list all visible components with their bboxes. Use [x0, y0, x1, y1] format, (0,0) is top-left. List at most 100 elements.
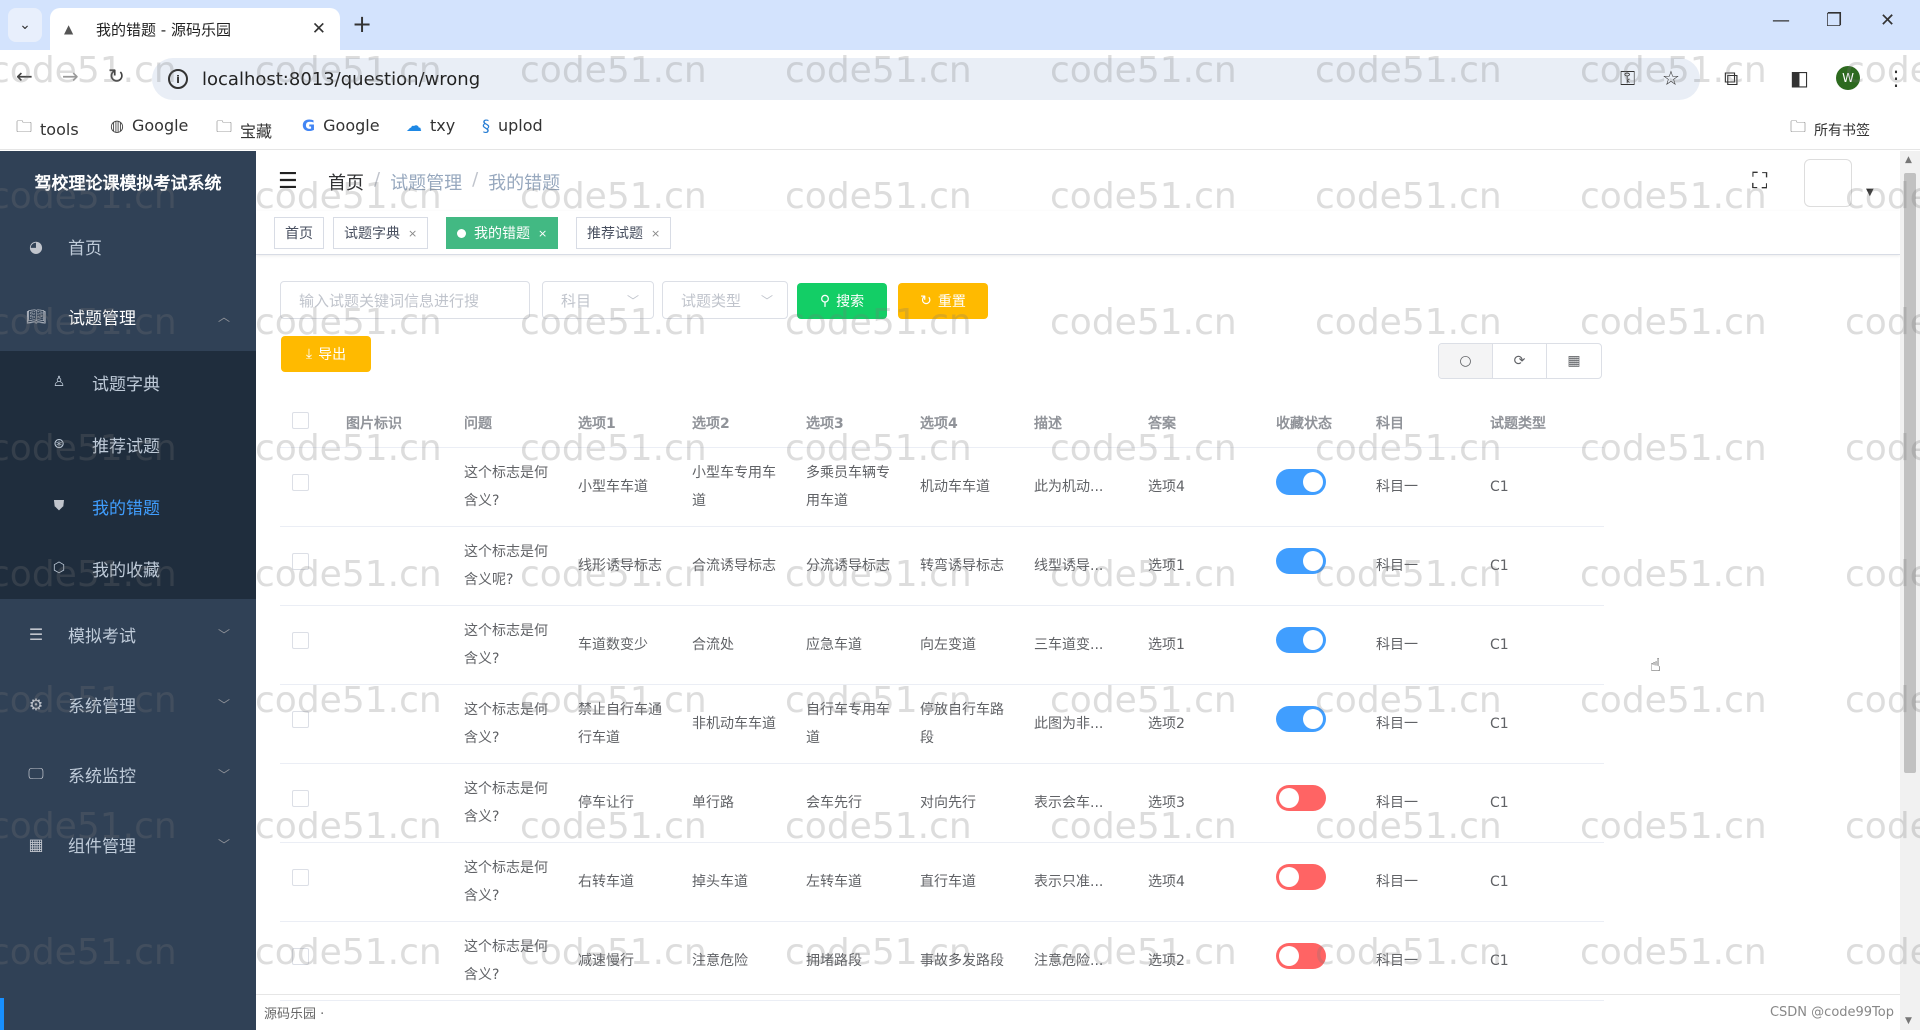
main-content: ☰ 首页 / 试题管理 / 我的错题 ⛶ ▼ 首页 试题字典 × 我的错题 × …: [256, 151, 1900, 1030]
fullscreen-icon[interactable]: ⛶: [1752, 169, 1767, 194]
breadcrumb-question-management: 试题管理: [390, 173, 463, 194]
row-checkbox[interactable]: [292, 868, 309, 886]
dashboard-icon: ◕: [29, 236, 43, 256]
breadcrumb-separator: /: [472, 169, 479, 190]
reload-button[interactable]: ↻: [108, 64, 125, 88]
scroll-down-icon[interactable]: ▼: [1905, 1016, 1912, 1026]
export-button[interactable]: ⤓ 导出: [281, 336, 371, 372]
close-window-button[interactable]: ✕: [1880, 10, 1895, 31]
tag-question-dictionary[interactable]: 试题字典 ×: [333, 217, 429, 249]
forward-button[interactable]: →: [62, 64, 79, 88]
all-bookmarks[interactable]: 🗀 所有书签: [1790, 116, 1870, 143]
key-icon[interactable]: ⚿: [1620, 66, 1635, 90]
more-menu-icon[interactable]: ⋮: [1886, 66, 1906, 90]
cell-favorite: [1264, 842, 1364, 922]
sidebar-item-wrong-questions[interactable]: ⛊ 我的错题: [0, 475, 256, 537]
minimize-button[interactable]: —: [1772, 10, 1790, 31]
sidebar-item-system-management[interactable]: ⚙ 系统管理 ﹀: [0, 669, 256, 739]
tag-home[interactable]: 首页: [274, 217, 324, 249]
user-avatar[interactable]: [1804, 159, 1852, 207]
favorite-toggle[interactable]: [1276, 547, 1326, 574]
favorite-toggle[interactable]: [1276, 863, 1326, 890]
table-row[interactable]: 这个标志是何含义? 车道数变少 合流处 应急车道 向左变道 三车道变... 选项1 科目一 C1: [280, 605, 1604, 685]
cell-opt1: 车道数变少: [566, 605, 680, 685]
cell-favorite: [1264, 763, 1364, 843]
url-text[interactable]: localhost:8013/question/wrong: [202, 69, 480, 90]
menu-label: 试题字典: [92, 374, 160, 395]
toggle-search-button[interactable]: ○: [1439, 344, 1493, 378]
bookmark-baozang[interactable]: 🗀 宝藏: [216, 116, 272, 143]
info-icon[interactable]: i: [168, 69, 188, 89]
row-checkbox[interactable]: [292, 631, 309, 649]
columns-button[interactable]: ▦: [1547, 344, 1601, 378]
close-icon[interactable]: ×: [408, 227, 417, 240]
bookmark-google-2[interactable]: G Google: [302, 116, 380, 135]
sidebar-item-components[interactable]: ▦ 组件管理 ﹀: [0, 809, 256, 879]
browser-tab[interactable]: ▲ 我的错题 - 源码乐园 ✕: [50, 8, 340, 50]
cell-opt1: 减速慢行: [566, 921, 680, 1001]
close-tab-icon[interactable]: ✕: [312, 19, 326, 39]
table-row[interactable]: 这个标志是何含义? 减速慢行 注意危险 拥堵路段 事故多发路段 注意危险... 选项2 科目一…: [280, 921, 1604, 1001]
select-cell: [280, 684, 334, 764]
vertical-scrollbar[interactable]: ▲ ▼: [1900, 151, 1920, 1030]
cell-question: 这个标志是何含义呢?: [452, 526, 566, 606]
side-panel-icon[interactable]: ◧: [1790, 66, 1809, 90]
table-row[interactable]: 这个标志是何含义? 停车让行 单行路 会车先行 对向先行 表示会车... 选项3 科目一 C1: [280, 763, 1604, 843]
row-checkbox[interactable]: [292, 947, 309, 965]
close-icon[interactable]: ×: [538, 227, 547, 240]
sidebar-item-home[interactable]: ◕ 首页: [0, 211, 256, 281]
favorite-toggle[interactable]: [1276, 705, 1326, 732]
table-row[interactable]: 这个标志是何含义? 禁止自行车通行车道 非机动车车道 自行车专用车道 停放自行车路段 此图…: [280, 684, 1604, 764]
keyword-search-input[interactable]: 输入试题关键词信息进行搜: [280, 281, 530, 319]
sidebar-item-recommended[interactable]: ⊛ 推荐试题: [0, 413, 256, 475]
row-checkbox[interactable]: [292, 552, 309, 570]
sidebar-item-system-monitor[interactable]: 🖵︎ 系统监控 ﹀: [0, 739, 256, 809]
breadcrumb-home[interactable]: 首页: [328, 169, 364, 195]
sidebar-item-question-dictionary[interactable]: ♙ 试题字典: [0, 351, 256, 413]
row-checkbox[interactable]: [292, 789, 309, 807]
new-tab-button[interactable]: +: [352, 10, 372, 38]
tag-recommended[interactable]: 推荐试题 ×: [576, 217, 672, 249]
cell-opt1: 小型车车道: [566, 447, 680, 527]
bookmark-uplod[interactable]: § uplod: [482, 116, 543, 135]
scrollbar-thumb[interactable]: [1904, 173, 1916, 773]
search-button[interactable]: ⚲ 搜索: [797, 283, 887, 319]
select-all-checkbox[interactable]: [292, 412, 309, 430]
sidebar-item-question-management[interactable]: 📖︎ 试题管理 ︿: [0, 281, 256, 351]
cell-desc: 注意危险...: [1022, 921, 1136, 1001]
refresh-icon: ⟳: [1513, 353, 1526, 369]
tab-search-button[interactable]: ⌄: [8, 8, 42, 42]
restore-button[interactable]: ❐: [1826, 10, 1842, 31]
tags-view: 首页 试题字典 × 我的错题 × 推荐试题 ×: [256, 211, 1900, 255]
close-icon[interactable]: ×: [651, 227, 660, 240]
favorite-toggle[interactable]: [1276, 942, 1326, 969]
row-checkbox[interactable]: [292, 473, 309, 491]
extensions-icon[interactable]: ⧉: [1724, 66, 1738, 90]
reset-button[interactable]: ↻ 重置: [898, 283, 988, 319]
address-bar[interactable]: i localhost:8013/question/wrong: [152, 58, 1700, 100]
bookmark-txy[interactable]: ☁ txy: [406, 116, 455, 135]
back-button[interactable]: ←: [16, 64, 33, 88]
cell-favorite: [1264, 605, 1364, 685]
hamburger-icon[interactable]: ☰: [278, 169, 298, 194]
star-icon[interactable]: ☆: [1662, 66, 1680, 90]
favorite-toggle[interactable]: [1276, 468, 1326, 495]
table-row[interactable]: 这个标志是何含义? 右转车道 掉头车道 左转车道 直行车道 表示只准... 选项4 科目一 C1: [280, 842, 1604, 922]
bookmark-google[interactable]: ◍ Google: [110, 116, 188, 135]
refresh-button[interactable]: ⟳: [1493, 344, 1547, 378]
favorite-toggle[interactable]: [1276, 626, 1326, 653]
row-checkbox[interactable]: [292, 710, 309, 728]
caret-down-icon[interactable]: ▼: [1866, 187, 1874, 198]
select-all-cell: [280, 399, 334, 448]
sidebar-item-favorites[interactable]: ⬡ 我的收藏: [0, 537, 256, 599]
table-row[interactable]: 这个标志是何含义? 小型车车道 小型车专用车道 多乘员车辆专用车道 机动车车道 此为机动.…: [280, 447, 1604, 527]
scroll-up-icon[interactable]: ▲: [1905, 155, 1912, 165]
favorite-toggle[interactable]: [1276, 784, 1326, 811]
table-row[interactable]: 这个标志是何含义呢? 线形诱导标志 合流诱导标志 分流诱导标志 转弯诱导标志 线型诱导..…: [280, 526, 1604, 606]
profile-avatar[interactable]: W: [1836, 66, 1860, 90]
tag-wrong-questions[interactable]: 我的错题 ×: [446, 217, 559, 249]
type-select[interactable]: 试题类型 ﹀: [662, 281, 788, 319]
subject-select[interactable]: 科目 ﹀: [542, 281, 654, 319]
sidebar-item-mock-exam[interactable]: ☰ 模拟考试 ﹀: [0, 599, 256, 669]
bookmark-tools[interactable]: 🗀 tools: [16, 116, 79, 143]
